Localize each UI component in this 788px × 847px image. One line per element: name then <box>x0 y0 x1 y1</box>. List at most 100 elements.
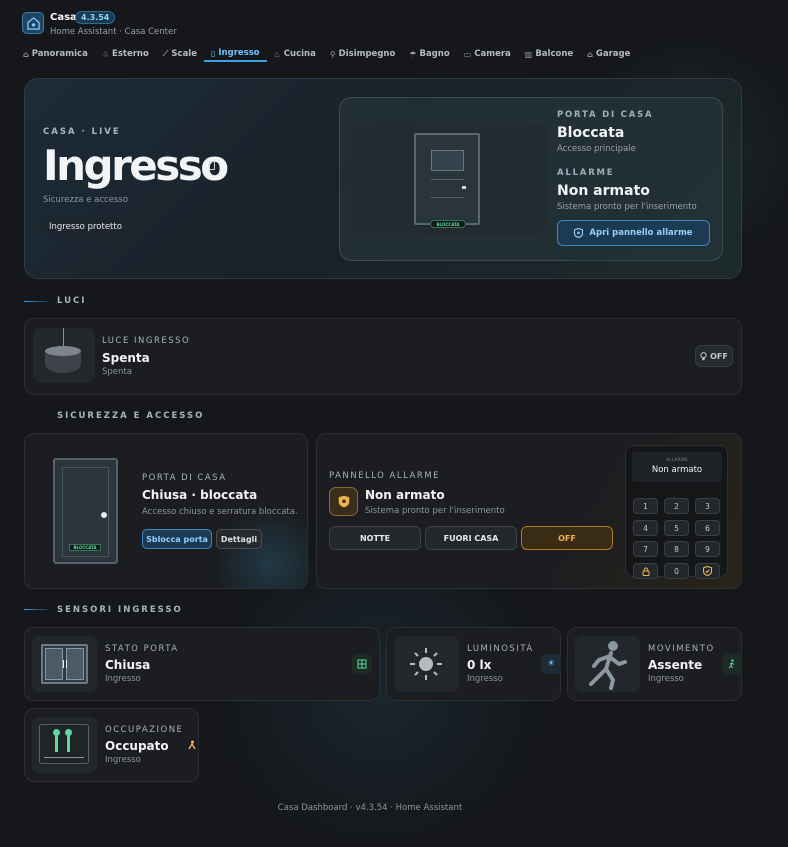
brightness-icon: ☀ <box>541 654 561 674</box>
section-divider <box>24 301 48 302</box>
bed-icon: ▭ <box>463 49 472 59</box>
tab-scale[interactable]: ⟋ Scale <box>156 46 204 62</box>
sensor-state: Chiusa <box>105 658 151 672</box>
keypad-key-1[interactable]: 1 <box>633 498 658 514</box>
balcony-icon: ▥ <box>524 49 533 59</box>
door-icon <box>209 161 215 170</box>
keypad-lock-key[interactable] <box>633 563 658 579</box>
keypad-key-8[interactable]: 8 <box>664 541 689 557</box>
tab-label: Scale <box>171 49 197 59</box>
tab-label: Garage <box>595 49 631 59</box>
door-kicker: PORTA DI CASA <box>142 473 227 483</box>
hero-status-panel: BLOCCATA PORTA DI CASA Bloccata Accesso … <box>339 97 723 261</box>
door-state: Chiusa · bloccata <box>142 488 258 502</box>
tab-label: Disimpegno <box>338 49 396 59</box>
tab-bagno[interactable]: ☂ Bagno <box>402 46 456 62</box>
sensor-card-door[interactable]: STATO PORTA Chiusa Ingresso <box>24 627 380 701</box>
walk-icon: ⚲ <box>329 49 336 59</box>
light-state: Spenta <box>102 351 150 365</box>
app-subtitle: Home Assistant · Casa Center <box>50 27 177 37</box>
motion-icon <box>575 636 640 692</box>
keypad-key-0[interactable]: 0 <box>664 563 689 579</box>
open-alarm-panel-button[interactable]: Apri pannello allarme <box>557 220 710 246</box>
shield-check-icon <box>703 566 712 576</box>
light-sub: Spenta <box>102 367 132 377</box>
sensor-kicker: MOVIMENTO <box>648 644 715 654</box>
tab-balcone[interactable]: ▥ Balcone <box>518 46 580 62</box>
unlock-door-button[interactable]: Sblocca porta <box>142 529 212 549</box>
open-alarm-panel-label: Apri pannello allarme <box>589 228 693 238</box>
tab-disimpegno[interactable]: ⚲ Disimpegno <box>323 46 402 62</box>
garage-icon: ⌂ <box>587 49 593 59</box>
sensor-state: 0 lx <box>467 658 492 672</box>
pot-icon: ♨ <box>273 49 281 59</box>
sensor-kicker: STATO PORTA <box>105 644 179 654</box>
door-knob <box>462 186 466 189</box>
keypad-key-2[interactable]: 2 <box>664 498 689 514</box>
light-toggle-label: OFF <box>710 351 728 361</box>
door-sub: Accesso principale <box>557 144 636 154</box>
hero-card: CASA · LIVE Ingresso Sicurezza e accesso… <box>24 78 742 279</box>
tab-camera[interactable]: ▭ Camera <box>457 46 518 62</box>
keypad-shield-key[interactable] <box>695 563 720 579</box>
tab-ingresso[interactable]: ▯ Ingresso <box>203 46 267 62</box>
mode-off-button[interactable]: OFF <box>521 526 613 550</box>
light-card[interactable]: LUCE INGRESSO Spenta Spenta OFF <box>24 318 742 395</box>
keypad-key-4[interactable]: 4 <box>633 520 658 536</box>
bulb-icon <box>700 351 707 360</box>
keypad-display: ALLARME Non armato <box>632 452 722 482</box>
home-assistant-logo-icon[interactable] <box>22 12 44 34</box>
person-icon <box>187 735 199 755</box>
tab-label: Ingresso <box>218 48 260 58</box>
sun-icon <box>394 636 459 692</box>
door-details-button[interactable]: Dettagli <box>216 529 262 549</box>
app-header: Casa 4.3.54 Home Assistant · Casa Center… <box>22 10 766 62</box>
keypad-label: ALLARME <box>665 457 689 462</box>
door-card: BLOCCATA PORTA DI CASA Chiusa · bloccata… <box>24 433 308 589</box>
sensor-sub: Ingresso <box>648 674 684 684</box>
status-chip: Ingresso protetto <box>43 220 128 234</box>
light-toggle[interactable]: OFF <box>695 345 733 367</box>
section-divider <box>24 609 48 610</box>
hero-kicker: CASA · LIVE <box>43 127 121 137</box>
sensor-state: Occupato <box>105 739 169 753</box>
sensor-sub: Ingresso <box>105 674 141 684</box>
keypad-value: Non armato <box>651 465 703 475</box>
door-closed-icon <box>32 636 97 692</box>
section-title-sensors: SENSORI INGRESSO <box>57 605 183 615</box>
tab-esterno[interactable]: ♧ Esterno <box>95 46 156 62</box>
room-tabs: ⌂ Panoramica ♧ Esterno ⟋ Scale ▯ Ingresso ♨ C… <box>22 46 637 62</box>
shield-icon <box>329 487 358 516</box>
sensor-kicker: LUMINOSITÀ <box>467 644 534 654</box>
app-title: Casa <box>50 12 77 23</box>
door-lock-badge: BLOCCATA <box>430 220 466 228</box>
tab-panoramica[interactable]: ⌂ Panoramica <box>22 46 95 62</box>
tab-garage[interactable]: ⌂ Garage <box>580 46 637 62</box>
mode-night-button[interactable]: NOTTE <box>329 526 421 550</box>
sensor-card-light[interactable]: LUMINOSITÀ 0 lx Ingresso ☀ <box>386 627 561 701</box>
tab-label: Cucina <box>283 49 316 59</box>
alarm-keypad: ALLARME Non armato 1 2 3 4 5 6 7 8 9 0 <box>625 445 728 579</box>
door-knob <box>101 512 107 518</box>
occupancy-icon <box>32 717 97 773</box>
keypad-key-5[interactable]: 5 <box>664 520 689 536</box>
tree-icon: ♧ <box>101 49 110 59</box>
mode-away-button[interactable]: FUORI CASA <box>425 526 517 550</box>
door-graphic: BLOCCATA <box>414 133 480 228</box>
alarm-kicker: ALLARME <box>557 168 615 178</box>
tab-label: Panoramica <box>31 49 88 59</box>
motion-sensor-icon <box>722 654 742 674</box>
keypad-key-7[interactable]: 7 <box>633 541 658 557</box>
sensor-card-motion[interactable]: MOVIMENTO Assente Ingresso <box>567 627 742 701</box>
page-title: Ingresso <box>43 141 229 190</box>
tab-cucina[interactable]: ♨ Cucina <box>267 46 323 62</box>
keypad-key-6[interactable]: 6 <box>695 520 720 536</box>
sensor-sub: Ingresso <box>105 755 141 765</box>
sensor-sub: Ingresso <box>467 674 503 684</box>
alarm-kicker: PANNELLO ALLARME <box>329 471 440 481</box>
shield-icon <box>574 228 584 238</box>
sensor-card-occupancy[interactable]: OCCUPAZIONE Occupato Ingresso <box>24 708 199 782</box>
section-title-lights: LUCI <box>57 296 87 306</box>
keypad-key-9[interactable]: 9 <box>695 541 720 557</box>
keypad-key-3[interactable]: 3 <box>695 498 720 514</box>
